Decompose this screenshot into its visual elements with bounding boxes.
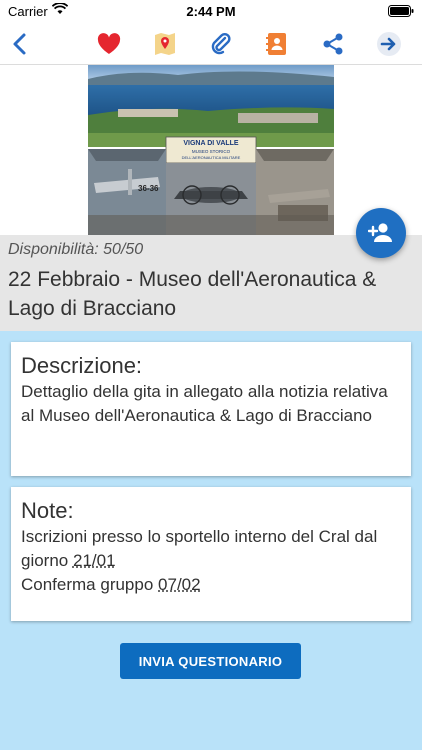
submit-questionnaire-button[interactable]: INVIA QUESTIONARIO bbox=[120, 643, 301, 679]
status-bar: Carrier 2:44 PM bbox=[0, 0, 422, 24]
trip-title: 22 Febbraio - Museo dell'Aeronautica & L… bbox=[8, 268, 377, 320]
clock: 2:44 PM bbox=[186, 4, 236, 19]
contact-book-icon[interactable] bbox=[263, 30, 291, 58]
registration-date[interactable]: 21/01 bbox=[73, 551, 116, 570]
confirmation-date[interactable]: 07/02 bbox=[158, 575, 201, 594]
description-card: Descrizione: Dettaglio della gita in all… bbox=[11, 342, 411, 476]
add-person-icon bbox=[368, 223, 392, 242]
trip-info: Disponibilità: 50/50 22 Febbraio - Museo… bbox=[0, 235, 422, 331]
paperclip-icon[interactable] bbox=[207, 30, 235, 58]
availability-text: Disponibilità: 50/50 bbox=[8, 241, 144, 258]
back-chevron-icon[interactable] bbox=[6, 30, 34, 58]
plane-code: 36-36 bbox=[138, 184, 159, 193]
arrow-right-icon[interactable] bbox=[375, 30, 403, 58]
heart-icon[interactable] bbox=[95, 30, 123, 58]
toolbar bbox=[0, 24, 422, 65]
description-text: Dettaglio della gita in allegato alla no… bbox=[21, 382, 388, 425]
sign-line1: VIGNA DI VALLE bbox=[183, 140, 239, 147]
trip-photo[interactable]: VIGNA DI VALLE MUSEO STORICO DELL'AERONA… bbox=[88, 65, 334, 235]
notes-text: Iscrizioni presso lo sportello interno d… bbox=[21, 525, 401, 597]
hero-section: VIGNA DI VALLE MUSEO STORICO DELL'AERONA… bbox=[0, 65, 422, 235]
map-pin-icon[interactable] bbox=[151, 30, 179, 58]
sign-line3: DELL'AERONAUTICA MILITARE bbox=[182, 155, 241, 160]
notes-title: Note: bbox=[21, 498, 74, 523]
sign-line2: MUSEO STORICO bbox=[192, 149, 231, 154]
battery-icon bbox=[388, 5, 414, 20]
add-person-button[interactable] bbox=[356, 208, 406, 258]
notes-card: Note: Iscrizioni presso lo sportello int… bbox=[11, 487, 411, 621]
share-icon[interactable] bbox=[319, 30, 347, 58]
notes-line2-text: Conferma gruppo bbox=[21, 575, 159, 594]
description-title: Descrizione: bbox=[21, 353, 143, 378]
